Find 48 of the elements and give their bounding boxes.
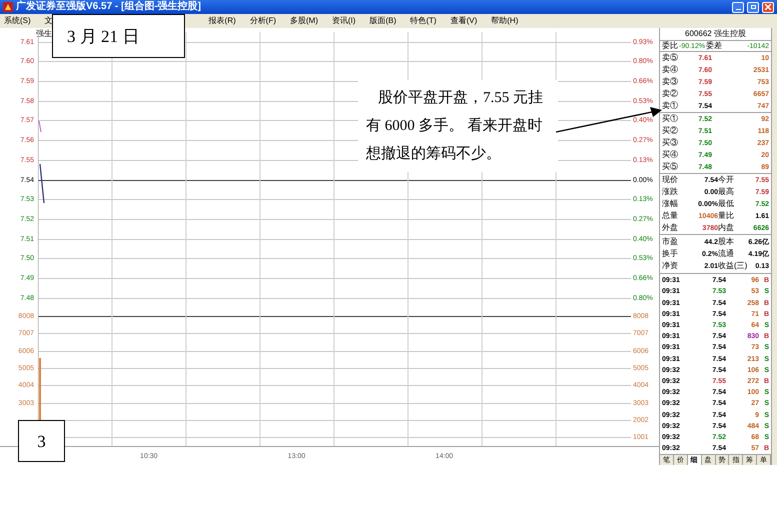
ratio-label: 委比: [662, 42, 678, 50]
stat-label: 今开: [718, 176, 734, 184]
menu-item[interactable]: 文: [44, 17, 53, 25]
stat-label: 最低: [718, 200, 734, 208]
callout-text: 股价平盘开盘，7.55 元挂 有 6000 多手。 看来开盘时 想撤退的筹码不少。: [358, 80, 558, 172]
stat-label: 量比: [718, 212, 734, 220]
order-level: 买③: [662, 139, 679, 148]
order-level: 卖⑤: [662, 54, 679, 62]
menu-item[interactable]: 分析(F): [250, 17, 276, 25]
menu-item[interactable]: 特色(T): [410, 17, 436, 25]
stat-label: 收益(三): [718, 262, 748, 270]
order-level: 买①: [662, 115, 679, 124]
order-level: 买②: [662, 127, 679, 136]
app-icon: [3, 2, 13, 12]
stat-label: 市盈: [662, 238, 678, 246]
stat-label: 外盘: [662, 224, 678, 232]
stat-label: 换手: [662, 250, 678, 258]
menu-item[interactable]: 系统(S): [4, 17, 31, 25]
stat-label: 涨跌: [662, 188, 678, 196]
menu-item[interactable]: 资讯(I): [332, 17, 356, 25]
stat-label: 净资: [662, 262, 678, 270]
window-title: 广发证券至强版V6.57 - [组合图-强生控股]: [16, 2, 202, 12]
minimize-button[interactable]: [732, 2, 744, 12]
stat-label: 总量: [662, 212, 678, 220]
order-level: 卖④: [662, 66, 679, 74]
menu-item[interactable]: 帮助(H): [491, 17, 518, 25]
menu-item[interactable]: 查看(V): [450, 17, 478, 25]
stat-label: 涨幅: [662, 200, 678, 208]
restore-button[interactable]: [747, 2, 759, 12]
stat-label: 内盘: [718, 224, 734, 232]
menu-item[interactable]: 多股(M): [290, 17, 318, 25]
close-icon: [765, 4, 771, 10]
order-level: 买⑤: [662, 163, 679, 172]
stat-label: 最高: [718, 188, 734, 196]
order-level: 卖②: [662, 90, 679, 98]
stat-label: 流通: [718, 250, 734, 258]
order-level: 卖③: [662, 78, 679, 86]
stock-title: 600662 强生控股: [685, 30, 746, 38]
menu-item[interactable]: 版面(B): [370, 17, 396, 25]
date-label: 3 月 21 日: [52, 14, 185, 58]
order-level: 买④: [662, 151, 679, 160]
stat-label: 股本: [718, 238, 734, 246]
close-button[interactable]: [762, 2, 774, 12]
figure-number: 3: [18, 420, 65, 462]
order-level: 卖①: [662, 102, 679, 110]
menu-item[interactable]: 报表(R): [208, 17, 236, 25]
ratio-label: 委差: [706, 42, 722, 50]
stat-label: 现价: [662, 176, 678, 184]
